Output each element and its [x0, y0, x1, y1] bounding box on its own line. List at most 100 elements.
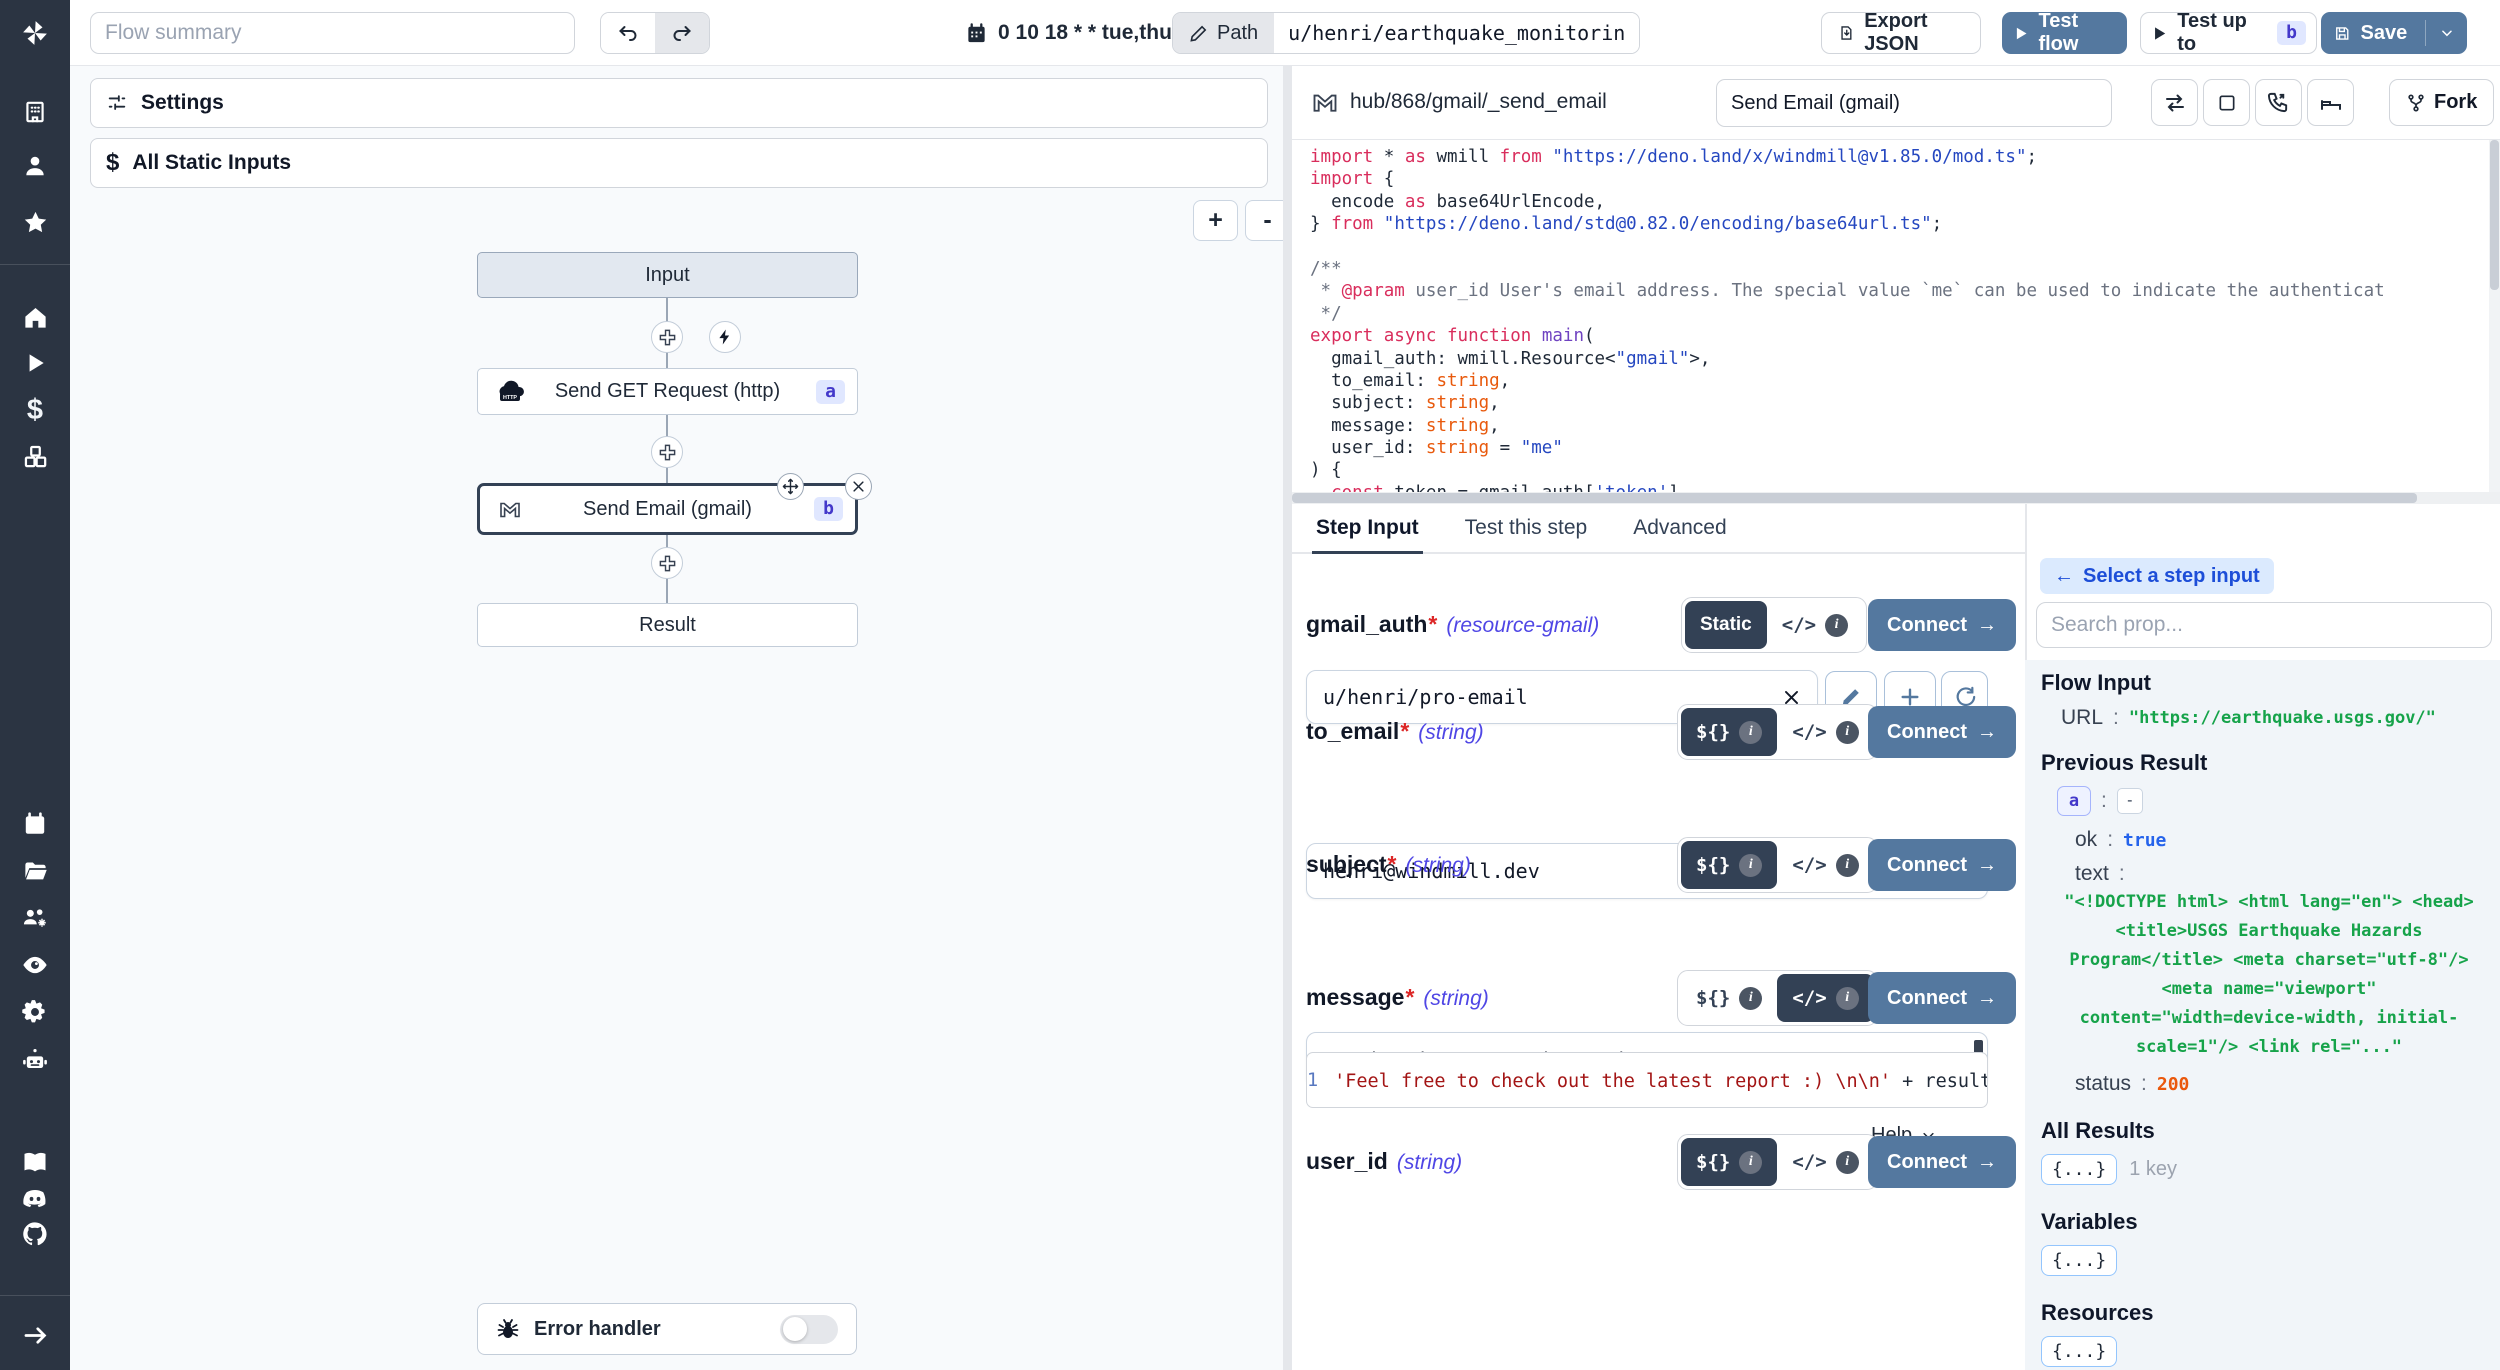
- connect-button-to-email[interactable]: Connect→: [1868, 706, 2016, 758]
- gear-settings-icon[interactable]: [17, 994, 53, 1030]
- prop-status[interactable]: status: 200: [2075, 1072, 2486, 1096]
- test-flow-button[interactable]: Test flow: [2002, 12, 2127, 54]
- mode-template[interactable]: ${}i: [1681, 841, 1777, 889]
- info-icon[interactable]: i: [1836, 854, 1859, 877]
- panel-resize-handle[interactable]: [1283, 66, 1292, 1370]
- save-button[interactable]: Save: [2321, 12, 2467, 54]
- eye-audit-icon[interactable]: [17, 947, 53, 983]
- user-icon[interactable]: [17, 148, 53, 184]
- redo-button[interactable]: [655, 13, 709, 53]
- message-code-editor[interactable]: 1 'Feel free to check out the latest rep…: [1306, 1052, 1988, 1108]
- info-icon[interactable]: i: [1836, 721, 1859, 744]
- groups-icon[interactable]: [17, 900, 53, 936]
- info-icon[interactable]: i: [1836, 987, 1859, 1010]
- star-icon[interactable]: [17, 204, 53, 240]
- building-icon[interactable]: [17, 94, 53, 130]
- collapse-badge[interactable]: -: [2117, 788, 2143, 814]
- info-icon[interactable]: i: [1836, 1151, 1859, 1174]
- code-horizontal-scrollbar[interactable]: [1292, 492, 2500, 504]
- select-step-input-button[interactable]: ← Select a step input: [2040, 558, 2274, 594]
- mode-static[interactable]: Static: [1685, 601, 1767, 649]
- prop-prev-result-a[interactable]: a : -: [2057, 786, 2486, 816]
- book-docs-icon[interactable]: [17, 1144, 53, 1180]
- mode-template[interactable]: ${}i: [1681, 708, 1777, 756]
- mode-javascript[interactable]: </>i: [1777, 708, 1873, 756]
- export-json-button[interactable]: Export JSON: [1821, 12, 1981, 54]
- flow-summary-input[interactable]: [90, 12, 575, 54]
- calendar-schedules-icon[interactable]: [17, 806, 53, 842]
- zoom-in-button[interactable]: +: [1193, 200, 1238, 241]
- play-runs-icon[interactable]: [17, 345, 53, 381]
- windmill-logo[interactable]: [17, 15, 53, 51]
- tab-advanced[interactable]: Advanced: [1633, 504, 1726, 552]
- schedule-display[interactable]: 0 10 18 * * tue,thu: [965, 12, 1172, 54]
- error-handler-toggle[interactable]: [780, 1315, 838, 1344]
- move-node-handle[interactable]: [777, 473, 804, 500]
- box-button[interactable]: [2203, 79, 2250, 126]
- dollar-variables-icon[interactable]: $: [17, 392, 53, 428]
- add-step-button[interactable]: [651, 436, 683, 468]
- flow-settings-bar[interactable]: Settings: [90, 78, 1268, 128]
- all-static-inputs-bar[interactable]: $ All Static Inputs: [90, 138, 1268, 188]
- discord-icon[interactable]: [17, 1180, 53, 1216]
- info-icon[interactable]: i: [1825, 614, 1848, 637]
- robot-workers-icon[interactable]: [17, 1043, 53, 1079]
- home-icon[interactable]: [17, 299, 53, 335]
- hub-script-path[interactable]: hub/868/gmail/_send_email: [1350, 90, 1607, 114]
- tab-step-input[interactable]: Step Input: [1316, 504, 1419, 552]
- fork-button[interactable]: Fork: [2389, 79, 2494, 126]
- sleep-button[interactable]: [2307, 79, 2354, 126]
- info-icon[interactable]: i: [1739, 1151, 1762, 1174]
- swap-button[interactable]: [2151, 79, 2198, 126]
- flow-node-a[interactable]: HTTP Send GET Request (http) a: [477, 368, 858, 415]
- variables-object-badge[interactable]: {...}: [2041, 1245, 2117, 1276]
- connect-button-user-id[interactable]: Connect→: [1868, 1136, 2016, 1188]
- mode-javascript[interactable]: </>i: [1777, 974, 1873, 1022]
- test-up-to-button[interactable]: Test up to b: [2140, 12, 2317, 54]
- folder-icon[interactable]: [17, 853, 53, 889]
- info-icon[interactable]: i: [1739, 721, 1762, 744]
- search-prop-input[interactable]: [2036, 602, 2492, 648]
- prop-text-value[interactable]: "<!DOCTYPE html> <html lang="en"> <head>…: [2059, 888, 2479, 1062]
- add-step-button[interactable]: [651, 321, 683, 353]
- path-control[interactable]: Path u/henri/earthquake_monitorin: [1172, 12, 1640, 54]
- connect-button-subject[interactable]: Connect→: [1868, 839, 2016, 891]
- path-value[interactable]: u/henri/earthquake_monitorin: [1274, 13, 1639, 53]
- connect-button-message[interactable]: Connect→: [1868, 972, 2016, 1024]
- suspend-button[interactable]: [2255, 79, 2302, 126]
- redo-icon: [670, 21, 694, 45]
- mode-template[interactable]: ${}i: [1681, 1138, 1777, 1186]
- mode-javascript[interactable]: </>i: [1777, 841, 1873, 889]
- path-button[interactable]: Path: [1173, 13, 1274, 53]
- github-icon[interactable]: [17, 1216, 53, 1252]
- prev-result-badge-a[interactable]: a: [2057, 786, 2091, 816]
- delete-node-button[interactable]: [845, 473, 872, 500]
- flow-node-result[interactable]: Result: [477, 603, 858, 647]
- mode-javascript[interactable]: </>i: [1767, 601, 1863, 649]
- prop-url[interactable]: URL: "https://earthquake.usgs.gov/": [2061, 706, 2486, 730]
- collapse-sidebar-icon[interactable]: [17, 1317, 53, 1353]
- error-handler-bar[interactable]: Error handler: [477, 1303, 857, 1355]
- tab-test-this-step[interactable]: Test this step: [1465, 504, 1588, 552]
- mode-javascript[interactable]: </>i: [1777, 1138, 1873, 1186]
- prop-text-key[interactable]: text:: [2075, 862, 2486, 886]
- code-editor[interactable]: import * as wmill from "https://deno.lan…: [1292, 140, 2500, 492]
- code-vertical-scrollbar[interactable]: [2489, 140, 2500, 492]
- message-expression[interactable]: 'Feel free to check out the latest repor…: [1334, 1068, 1988, 1092]
- trigger-button[interactable]: [709, 321, 741, 353]
- cubes-resources-icon[interactable]: [17, 438, 53, 474]
- flow-node-input[interactable]: Input: [477, 252, 858, 298]
- info-icon[interactable]: i: [1739, 987, 1762, 1010]
- all-results-object-badge[interactable]: {...}: [2041, 1154, 2117, 1185]
- sidebar: $: [0, 0, 70, 1370]
- info-icon[interactable]: i: [1739, 854, 1762, 877]
- prop-ok[interactable]: ok: true: [2075, 828, 2486, 852]
- step-summary-input[interactable]: [1716, 79, 2112, 127]
- chevron-down-icon[interactable]: [2440, 25, 2454, 41]
- undo-button[interactable]: [601, 13, 655, 53]
- connect-button-gmail-auth[interactable]: Connect→: [1868, 599, 2016, 651]
- add-step-button[interactable]: [651, 547, 683, 579]
- mode-template[interactable]: ${}i: [1681, 974, 1777, 1022]
- resources-object-badge[interactable]: {...}: [2041, 1336, 2117, 1367]
- field-label-to-email: to_email* (string): [1306, 718, 1484, 745]
